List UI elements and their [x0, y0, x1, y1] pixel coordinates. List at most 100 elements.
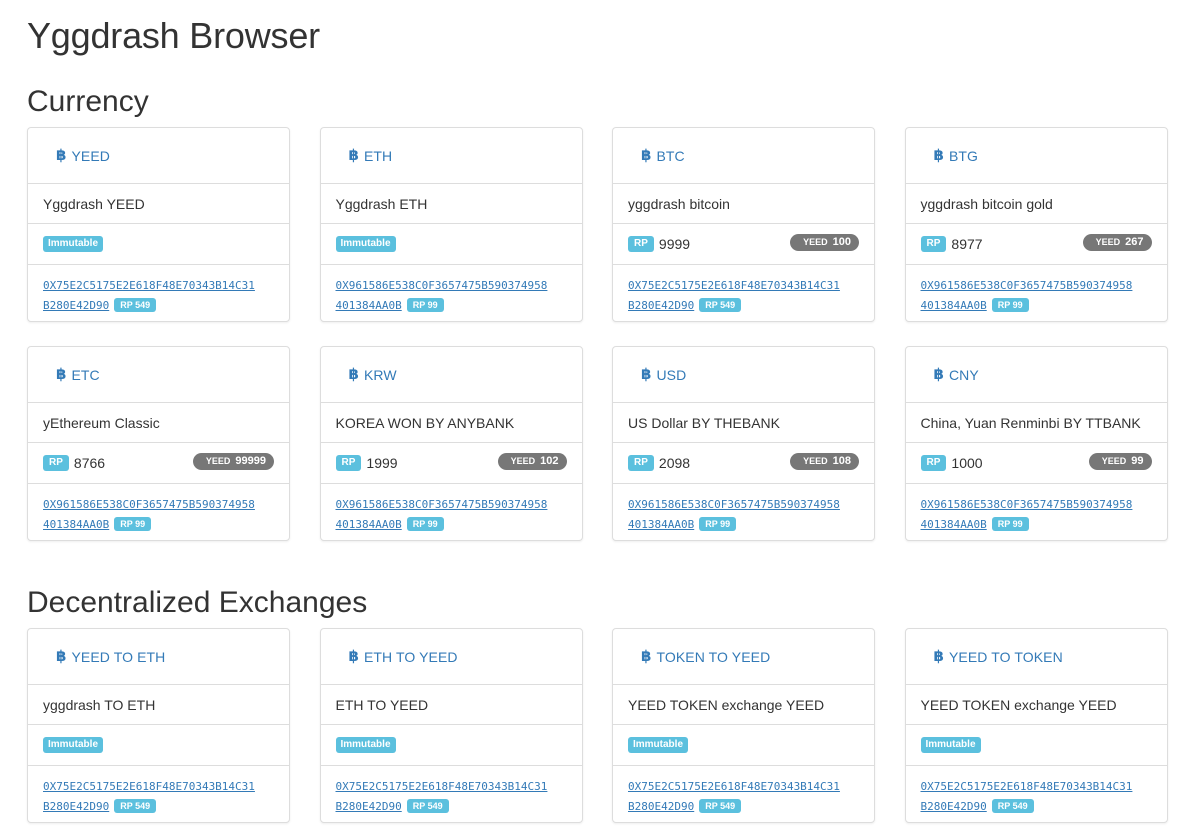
address-line-2: B280E42D90	[628, 299, 695, 312]
address-rp-label: RP 549	[114, 799, 157, 813]
card-title-link[interactable]: USD	[656, 367, 686, 383]
card-title-link[interactable]: BTG	[949, 148, 978, 164]
card-status-row: Immutable	[320, 725, 582, 766]
card-description: China, Yuan Renminbi BY TTBANK	[905, 403, 1167, 443]
card-status-row: Immutable	[28, 224, 289, 265]
card-title-link[interactable]: ETC	[71, 367, 99, 383]
card-title-link[interactable]: TOKEN TO YEED	[656, 649, 770, 665]
address-line-1: 0X75E2C5175E2E618F48E70343B14C31	[628, 780, 840, 793]
card-status-row: RP 9999 YEED 100	[613, 224, 874, 265]
card-address: 0X75E2C5175E2E618F48E70343B14C31 B280E42D…	[28, 766, 289, 822]
bitcoin-icon: ฿	[641, 365, 652, 383]
card-title-link[interactable]: ETH	[364, 148, 392, 164]
card-title-link[interactable]: YEED	[71, 148, 110, 164]
address-line-2: B280E42D90	[920, 800, 987, 813]
address-line-1: 0X75E2C5175E2E618F48E70343B14C31	[920, 780, 1133, 793]
address-line-2: 401384AA0B	[628, 518, 695, 531]
bitcoin-icon: ฿	[56, 647, 67, 665]
section-title-currency: Currency	[27, 85, 149, 118]
yeed-badge-label: YEED	[1095, 237, 1121, 247]
card-title-link[interactable]: BTC	[656, 148, 684, 164]
card-description: yggdrash bitcoin	[613, 184, 874, 224]
address-line-1: 0X75E2C5175E2E618F48E70343B14C31	[43, 780, 255, 793]
address-line-2: 401384AA0B	[335, 518, 402, 531]
card-description: yEthereum Classic	[28, 403, 289, 443]
card-description: ETH TO YEED	[320, 685, 582, 725]
address-line-1: 0X961586E538C0F3657475B590374958	[43, 498, 255, 511]
card-title-link[interactable]: KRW	[364, 367, 397, 383]
yeed-badge: YEED 100	[790, 234, 859, 251]
immutable-label: Immutable	[43, 737, 104, 753]
card-status-row: RP 2098 YEED 108	[613, 443, 874, 484]
card: ฿ BTG yggdrash bitcoin gold RP 8977 YEED 267 0X…	[904, 127, 1168, 322]
card: ฿ ETH TO YEED ETH TO YEED Immutable 0X75E2C5…	[319, 628, 583, 823]
yeed-badge-label: YEED	[205, 456, 231, 466]
address-line-2: 401384AA0B	[43, 518, 110, 531]
bitcoin-icon: ฿	[641, 647, 652, 665]
card-title-link[interactable]: YEED TO TOKEN	[949, 649, 1063, 665]
card-status-row: Immutable	[28, 725, 289, 766]
card: ฿ ETC yEthereum Classic RP 8766 YEED 99999 0X96…	[27, 346, 290, 541]
card: ฿ ETH Yggdrash ETH Immutable 0X961586E538C0F…	[319, 127, 583, 322]
card-header: ฿ YEED TO TOKEN	[905, 629, 1167, 685]
rp-value: 2098	[658, 455, 691, 471]
card: ฿ YEED TO TOKEN YEED TOKEN exchange YEED Im…	[904, 628, 1168, 823]
card-title-link[interactable]: CNY	[949, 367, 979, 383]
section-title-exchanges: Decentralized Exchanges	[27, 586, 368, 619]
rp-label: RP	[920, 236, 947, 252]
address-line-2: 401384AA0B	[335, 299, 402, 312]
card-address: 0X75E2C5175E2E618F48E70343B14C31 B280E42D…	[906, 766, 1167, 822]
card-title-link[interactable]: ETH TO YEED	[364, 649, 458, 665]
address-line-1: 0X961586E538C0F3657475B590374958	[920, 498, 1133, 511]
address-rp-label: RP 99	[991, 298, 1029, 312]
card-address: 0X961586E538C0F3657475B590374958 401384AA…	[613, 484, 874, 540]
card-description: KOREA WON BY ANYBANK	[320, 403, 582, 443]
card-title-link[interactable]: YEED TO ETH	[71, 649, 165, 665]
card-description: yggdrash TO ETH	[28, 685, 289, 725]
yeed-badge-value: 108	[832, 455, 851, 467]
address-line-1: 0X75E2C5175E2E618F48E70343B14C31	[628, 279, 840, 292]
card-address: 0X75E2C5175E2E618F48E70343B14C31 B280E42D…	[321, 766, 582, 822]
immutable-label: Immutable	[335, 737, 396, 753]
card-status-row: Immutable	[613, 725, 874, 766]
yeed-badge-value: 99999	[235, 455, 266, 467]
card-address: 0X75E2C5175E2E618F48E70343B14C31 B280E42D…	[613, 766, 874, 822]
address-line-1: 0X961586E538C0F3657475B590374958	[628, 498, 840, 511]
yeed-badge: YEED 99999	[192, 453, 274, 470]
bitcoin-icon: ฿	[641, 146, 652, 164]
address-rp-label: RP 549	[699, 799, 742, 813]
rp-label: RP	[628, 236, 654, 252]
address-rp-label: RP 549	[991, 799, 1034, 813]
yeed-badge: YEED 108	[790, 453, 859, 470]
card-header: ฿ ETH TO YEED	[320, 629, 582, 685]
rp-value: 9999	[658, 236, 691, 252]
card-header: ฿ USD	[613, 347, 874, 403]
yeed-badge: YEED 267	[1082, 234, 1152, 251]
bitcoin-icon: ฿	[348, 146, 359, 164]
bitcoin-icon: ฿	[933, 647, 944, 665]
card-address: 0X961586E538C0F3657475B590374958 401384AA…	[28, 484, 289, 540]
bitcoin-icon: ฿	[56, 146, 67, 164]
rp-label: RP	[335, 455, 362, 471]
card: ฿ CNY China, Yuan Renminbi BY TTBANK RP 1000…	[904, 346, 1168, 541]
address-rp-label: RP 99	[991, 517, 1029, 531]
address-line-1: 0X961586E538C0F3657475B590374958	[335, 279, 548, 292]
address-line-1: 0X75E2C5175E2E618F48E70343B14C31	[43, 279, 255, 292]
rp-value: 1999	[366, 455, 398, 471]
card: ฿ BTC yggdrash bitcoin RP 9999 YEED 100 0X75E2C…	[612, 127, 875, 322]
address-rp-label: RP 99	[114, 517, 152, 531]
bitcoin-icon: ฿	[348, 647, 359, 665]
card-header: ฿ BTC	[613, 128, 874, 184]
bitcoin-icon: ฿	[56, 365, 67, 383]
card-description: Yggdrash ETH	[320, 184, 582, 224]
immutable-label: Immutable	[920, 737, 981, 753]
card-status-row: RP 1000 YEED 99	[905, 443, 1167, 484]
card-status-row: RP 8977 YEED 267	[905, 224, 1167, 265]
bitcoin-icon: ฿	[933, 146, 944, 164]
card-header: ฿ CNY	[905, 347, 1167, 403]
immutable-label: Immutable	[335, 236, 396, 252]
card-address: 0X961586E538C0F3657475B590374958 401384AA…	[906, 484, 1167, 540]
card: ฿ YEED Yggdrash YEED Immutable 0X75E2C5175E2…	[27, 127, 290, 322]
yeed-badge-value: 100	[832, 236, 851, 248]
rp-value: 8766	[73, 455, 106, 471]
